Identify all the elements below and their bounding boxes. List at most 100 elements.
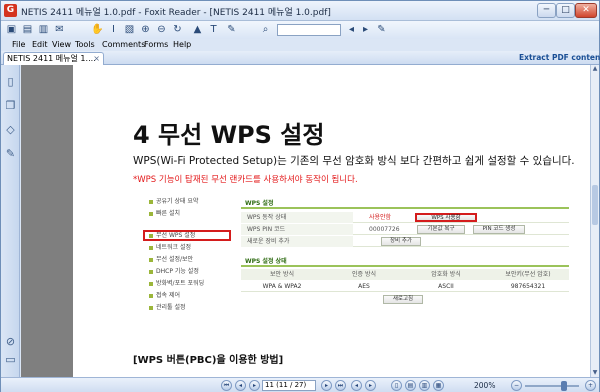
- pages-icon[interactable]: ❐: [4, 99, 17, 112]
- close-button[interactable]: ✕: [575, 3, 597, 18]
- find-icon[interactable]: ⌕: [259, 23, 272, 36]
- zoom-slider[interactable]: [525, 385, 579, 387]
- vertical-scrollbar[interactable]: ▲ ▼: [590, 65, 599, 377]
- first-page-icon[interactable]: ⏮: [221, 380, 232, 391]
- navigation-panel: ▯ ❐ ◇ ✎ ⊘ ▭: [1, 65, 20, 383]
- router-sidebar: 공유기 상태 요약 빠른 설치 무선 WPS 설정 네트워크 설정 무선 설정/…: [139, 195, 231, 323]
- select-icon[interactable]: I: [107, 23, 120, 36]
- row-label: 새로운 장비 추가: [241, 236, 353, 247]
- zoom-in-icon[interactable]: ⊕: [139, 23, 152, 36]
- zoom-out-icon[interactable]: −: [511, 380, 522, 391]
- column-header: 보안키(무선 암호): [487, 269, 569, 280]
- foxit-reader-window: G NETIS 2411 메뉴얼 1.0.pdf - Foxit Reader …: [0, 0, 600, 392]
- column-header: 암호화 방식: [405, 269, 487, 280]
- sidebar-item: DHCP 기능 설정: [149, 267, 227, 277]
- attachment-icon[interactable]: ⊘: [4, 335, 17, 348]
- scroll-up-icon[interactable]: ▲: [591, 65, 599, 73]
- router-main-panel: WPS 설정 WPS 동작 상태 사용안함 WPS 사용함 WPS PIN 코드…: [241, 199, 569, 319]
- cell: ASCII: [438, 283, 454, 290]
- pdf-page: 4 무선 WPS 설정 WPS(Wi-Fi Protected Setup)는 …: [73, 65, 590, 377]
- tab-document-label: NETIS 2411 메뉴얼 1....: [7, 54, 96, 63]
- scroll-down-icon[interactable]: ▼: [591, 369, 599, 377]
- bookmark-icon[interactable]: ▯: [4, 75, 17, 88]
- last-page-icon[interactable]: ⏭: [335, 380, 346, 391]
- continuous-icon[interactable]: ▤: [405, 380, 416, 391]
- typewriter-icon[interactable]: T: [207, 23, 220, 36]
- forward-view-icon[interactable]: ▸: [365, 380, 376, 391]
- sidebar-item: 공유기 상태 요약: [149, 197, 227, 207]
- table-row: WPA & WPA2 AES ASCII 987654321: [241, 281, 569, 292]
- close-tab-icon[interactable]: ×: [93, 53, 100, 65]
- cell: 987654321: [510, 283, 546, 290]
- row-label: WPS PIN 코드: [241, 224, 353, 235]
- zoom-slider-thumb[interactable]: [560, 381, 567, 391]
- menu-tools[interactable]: Tools: [75, 39, 95, 51]
- extract-pdf-contents-link[interactable]: Extract PDF contents: [519, 52, 600, 64]
- minimize-button[interactable]: ─: [537, 3, 556, 18]
- prev-page-icon[interactable]: ◂: [235, 380, 246, 391]
- warning-note: *WPS 기능이 탑재된 무선 랜카드를 사용하셔야 동작이 됩니다.: [133, 175, 358, 185]
- title-bar: G NETIS 2411 메뉴얼 1.0.pdf - Foxit Reader …: [1, 1, 599, 21]
- back-view-icon[interactable]: ◂: [351, 380, 362, 391]
- reset-default-button: 기본값 복구: [417, 225, 465, 234]
- menu-forms[interactable]: Forms: [144, 39, 168, 51]
- facing-icon[interactable]: ▥: [419, 380, 430, 391]
- foxit-icon: G: [4, 4, 17, 17]
- menu-view[interactable]: View: [52, 39, 71, 51]
- cell: AES: [358, 283, 370, 290]
- prev-icon[interactable]: ◂: [345, 23, 358, 36]
- single-page-icon[interactable]: ▯: [391, 380, 402, 391]
- zoom-level[interactable]: 200%: [474, 381, 495, 390]
- wps-enable-button: WPS 사용함: [415, 213, 477, 222]
- zoom-in-icon[interactable]: +: [585, 380, 596, 391]
- menu-bar: File Edit View Tools Comments Forms Help: [1, 39, 599, 51]
- tab-document[interactable]: NETIS 2411 메뉴얼 1.... ×: [3, 52, 104, 65]
- edit-icon[interactable]: ✎: [225, 23, 238, 36]
- stamp-icon[interactable]: ▲: [191, 23, 204, 36]
- comments-panel-icon[interactable]: ▭: [4, 353, 17, 366]
- layers-icon[interactable]: ◇: [4, 123, 17, 136]
- snapshot-icon[interactable]: ▧: [123, 23, 136, 36]
- column-header: 보안 방식: [241, 269, 323, 280]
- section-title: WPS 설정: [241, 199, 569, 209]
- next-page-icon[interactable]: ▸: [321, 380, 332, 391]
- row-label: WPS 동작 상태: [241, 212, 353, 223]
- menu-file[interactable]: File: [12, 39, 25, 51]
- zoom-out-icon[interactable]: ⊖: [155, 23, 168, 36]
- status-bar: ⏮ ◂ ▸ 11 (11 / 27) ▸ ⏭ ◂ ▸ ▯ ▤ ▥ ▦ 200% …: [1, 377, 599, 392]
- scroll-thumb[interactable]: [592, 185, 598, 225]
- generate-pin-button: PIN 코드 생성: [473, 225, 525, 234]
- window-title: NETIS 2411 메뉴얼 1.0.pdf - Foxit Reader - …: [21, 8, 331, 18]
- document-view[interactable]: 4 무선 WPS 설정 WPS(Wi-Fi Protected Setup)는 …: [21, 65, 590, 377]
- sidebar-item: 네트워크 설정: [149, 243, 227, 253]
- save-icon[interactable]: ▤: [21, 23, 34, 36]
- open-icon[interactable]: ▣: [5, 23, 18, 36]
- menu-help[interactable]: Help: [173, 39, 191, 51]
- comment-icon[interactable]: ✎: [375, 23, 388, 36]
- refresh-button: 새로고침: [383, 295, 423, 304]
- menu-comments[interactable]: Comments: [102, 39, 145, 51]
- rotate-icon[interactable]: ↻: [171, 23, 184, 36]
- find-input[interactable]: [277, 24, 341, 36]
- play-icon[interactable]: ▸: [249, 380, 260, 391]
- row-value: 00007726: [369, 226, 400, 233]
- email-icon[interactable]: ✉: [53, 23, 66, 36]
- intro-text: WPS(Wi-Fi Protected Setup)는 기존의 무선 암호화 방…: [133, 155, 575, 167]
- page-number-input[interactable]: 11 (11 / 27): [262, 380, 316, 391]
- highlight-box: [143, 230, 231, 241]
- next-icon[interactable]: ▸: [359, 23, 372, 36]
- sidebar-item: 접속 제어: [149, 291, 227, 301]
- column-header: 인증 방식: [323, 269, 405, 280]
- continuous-facing-icon[interactable]: ▦: [433, 380, 444, 391]
- print-icon[interactable]: ▥: [37, 23, 50, 36]
- section-title: WPS 설정 상태: [241, 257, 569, 267]
- annotation-icon[interactable]: ✎: [4, 147, 17, 160]
- hand-icon[interactable]: ✋: [91, 23, 104, 36]
- sidebar-item: 무선 설정/보안: [149, 255, 227, 265]
- sidebar-item: 방화벽/포트 포워딩: [149, 279, 227, 289]
- menu-edit[interactable]: Edit: [32, 39, 48, 51]
- maximize-button[interactable]: □: [556, 3, 575, 18]
- section-subheading: [WPS 버튼(PBC)을 이용한 방법]: [133, 355, 284, 366]
- sidebar-item: 빠른 설치: [149, 209, 227, 219]
- sidebar-item: 관리툴 설정: [149, 303, 227, 313]
